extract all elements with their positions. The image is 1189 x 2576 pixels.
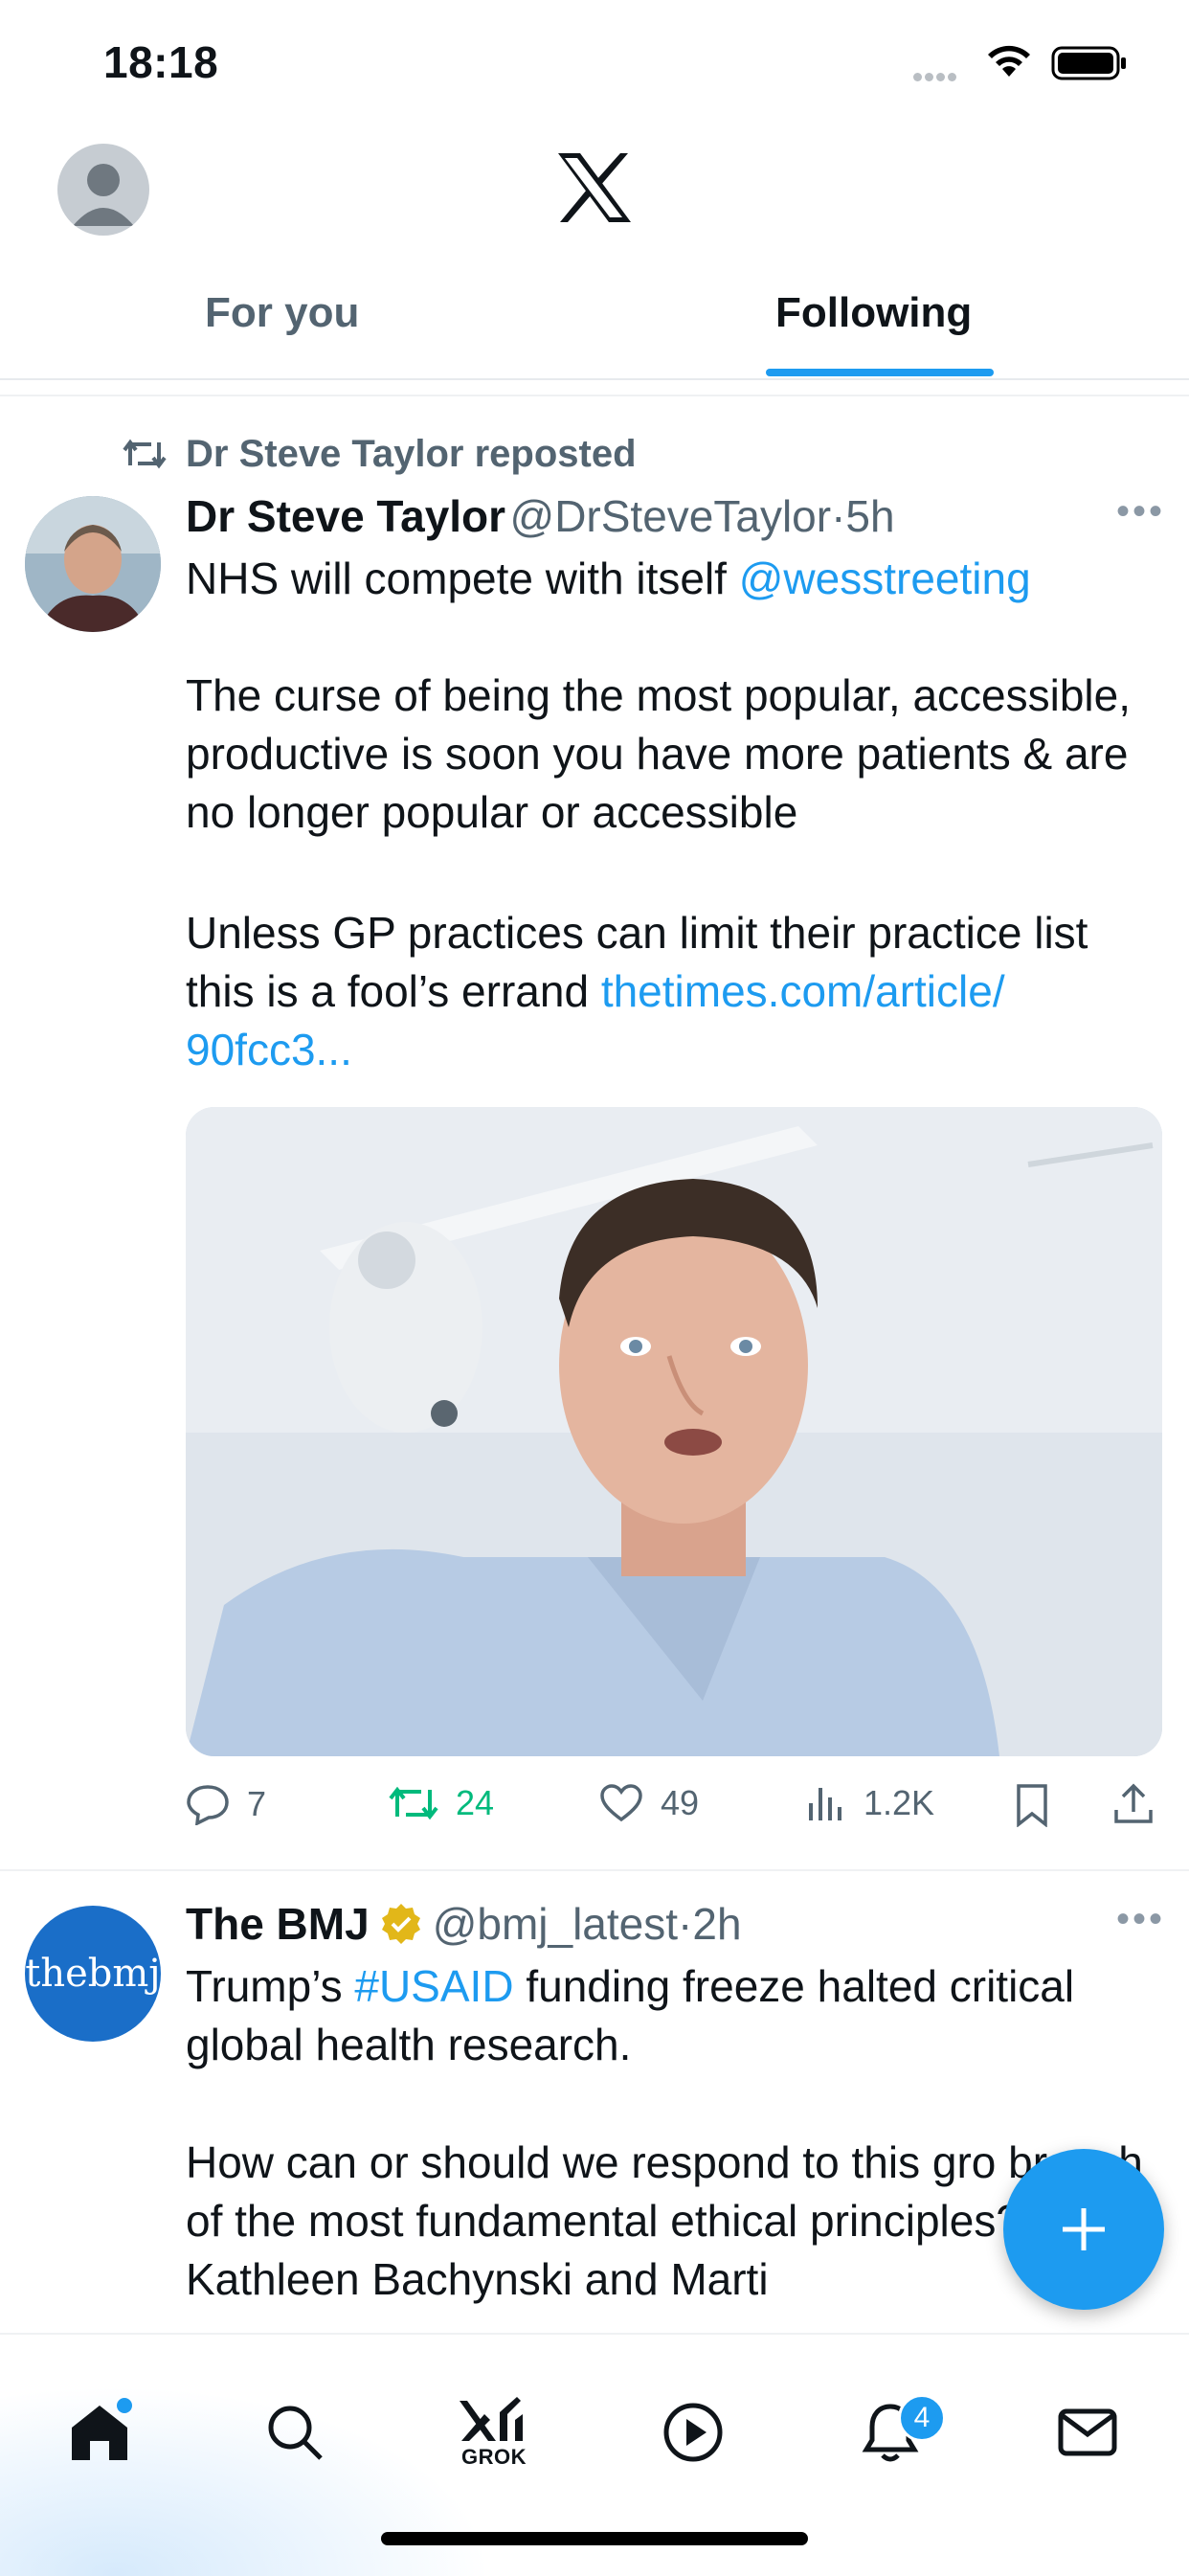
search-icon <box>268 2406 323 2460</box>
author-name[interactable]: The BMJ <box>186 1898 370 1950</box>
reply-button[interactable]: 7 <box>186 1783 266 1825</box>
post-text: NHS will compete with itself <box>186 554 739 603</box>
header-divider <box>0 378 1189 380</box>
author-handle[interactable]: @DrSteveTaylor <box>510 491 832 541</box>
post-header: The BMJ @bmj_latest·2h <box>186 1898 742 1950</box>
share-button[interactable] <box>1112 1783 1155 1825</box>
views-icon <box>809 1788 841 1820</box>
tab-for-you[interactable]: For you <box>205 289 359 337</box>
plus-icon <box>1063 2208 1105 2250</box>
post-text-paragraph: Unless GP practices can limit their prac… <box>186 904 1162 1079</box>
views-count: 1.2K <box>864 1783 935 1822</box>
heart-icon <box>600 1784 642 1822</box>
notification-count-badge: 4 <box>898 2394 946 2442</box>
post-text-line: NHS will compete with itself @wesstreeti… <box>186 550 1031 608</box>
more-options-icon[interactable]: ••• <box>1116 490 1165 533</box>
nav-home[interactable] <box>52 2384 147 2480</box>
mail-icon <box>1058 2408 1117 2456</box>
home-indicator <box>381 2532 808 2545</box>
like-count: 49 <box>661 1783 700 1822</box>
bmj-logo-text: thebmj <box>25 1952 161 1996</box>
more-options-icon[interactable]: ••• <box>1116 1898 1165 1941</box>
verified-badge-icon <box>381 1904 420 1944</box>
repost-count: 24 <box>456 1783 495 1822</box>
post-text-paragraph: How can or should we respond to this gro… <box>186 2137 1143 2304</box>
post-text-paragraph: The curse of being the most popular, acc… <box>186 670 1132 837</box>
share-icon <box>1114 1783 1153 1823</box>
profile-avatar[interactable] <box>57 144 149 236</box>
nav-messages[interactable] <box>1040 2384 1135 2480</box>
nav-video[interactable] <box>645 2384 741 2480</box>
nav-grok[interactable]: GROK <box>446 2384 542 2480</box>
post-time[interactable]: 2h <box>692 1899 741 1949</box>
post-author-avatar[interactable]: thebmj <box>25 1906 161 2042</box>
compose-post-button[interactable] <box>1003 2149 1164 2310</box>
post-text: Trump’s <box>186 1961 355 2011</box>
grok-label: GROK <box>461 2445 527 2469</box>
tab-following[interactable]: Following <box>775 289 972 337</box>
reply-count: 7 <box>247 1784 267 1823</box>
nav-notifications[interactable]: 4 <box>842 2384 946 2480</box>
battery-icon <box>1051 46 1128 85</box>
mention-link[interactable]: @wesstreeting <box>739 554 1031 603</box>
post-text-paragraph: Trump’s #USAID funding freeze halted cri… <box>186 1957 1162 2074</box>
dot-separator: · <box>678 1899 693 1949</box>
x-logo-icon[interactable] <box>555 151 634 229</box>
dot-separator: · <box>831 491 846 541</box>
repost-icon <box>389 1786 438 1820</box>
post-author-avatar[interactable] <box>25 496 161 632</box>
grok-icon <box>460 2397 523 2441</box>
hashtag-link[interactable]: #USAID <box>354 1961 513 2011</box>
video-play-icon <box>663 2403 723 2462</box>
status-time: 18:18 <box>103 37 219 87</box>
author-name[interactable]: Dr Steve Taylor <box>186 491 505 541</box>
like-button[interactable]: 49 <box>599 1783 699 1823</box>
post-image[interactable] <box>186 1107 1162 1756</box>
reply-icon <box>187 1785 229 1825</box>
feed-divider <box>0 395 1189 396</box>
cellular-signal-icon <box>913 69 959 86</box>
repost-button[interactable]: 24 <box>389 1783 494 1823</box>
active-tab-indicator <box>766 369 994 376</box>
repost-label[interactable]: Dr Steve Taylor reposted <box>186 433 637 476</box>
bookmark-icon <box>1017 1784 1047 1827</box>
nav-search[interactable] <box>247 2384 343 2480</box>
bookmark-button[interactable] <box>1013 1783 1051 1827</box>
repost-icon <box>123 437 167 476</box>
views-button[interactable]: 1.2K <box>806 1783 934 1823</box>
wifi-icon <box>984 42 1034 83</box>
post-time[interactable]: 5h <box>845 491 894 541</box>
post-header: Dr Steve Taylor @DrSteveTaylor·5h <box>186 490 895 542</box>
author-handle[interactable]: @bmj_latest <box>433 1899 678 1949</box>
post-divider <box>0 1869 1189 1871</box>
new-content-dot <box>117 2398 132 2413</box>
